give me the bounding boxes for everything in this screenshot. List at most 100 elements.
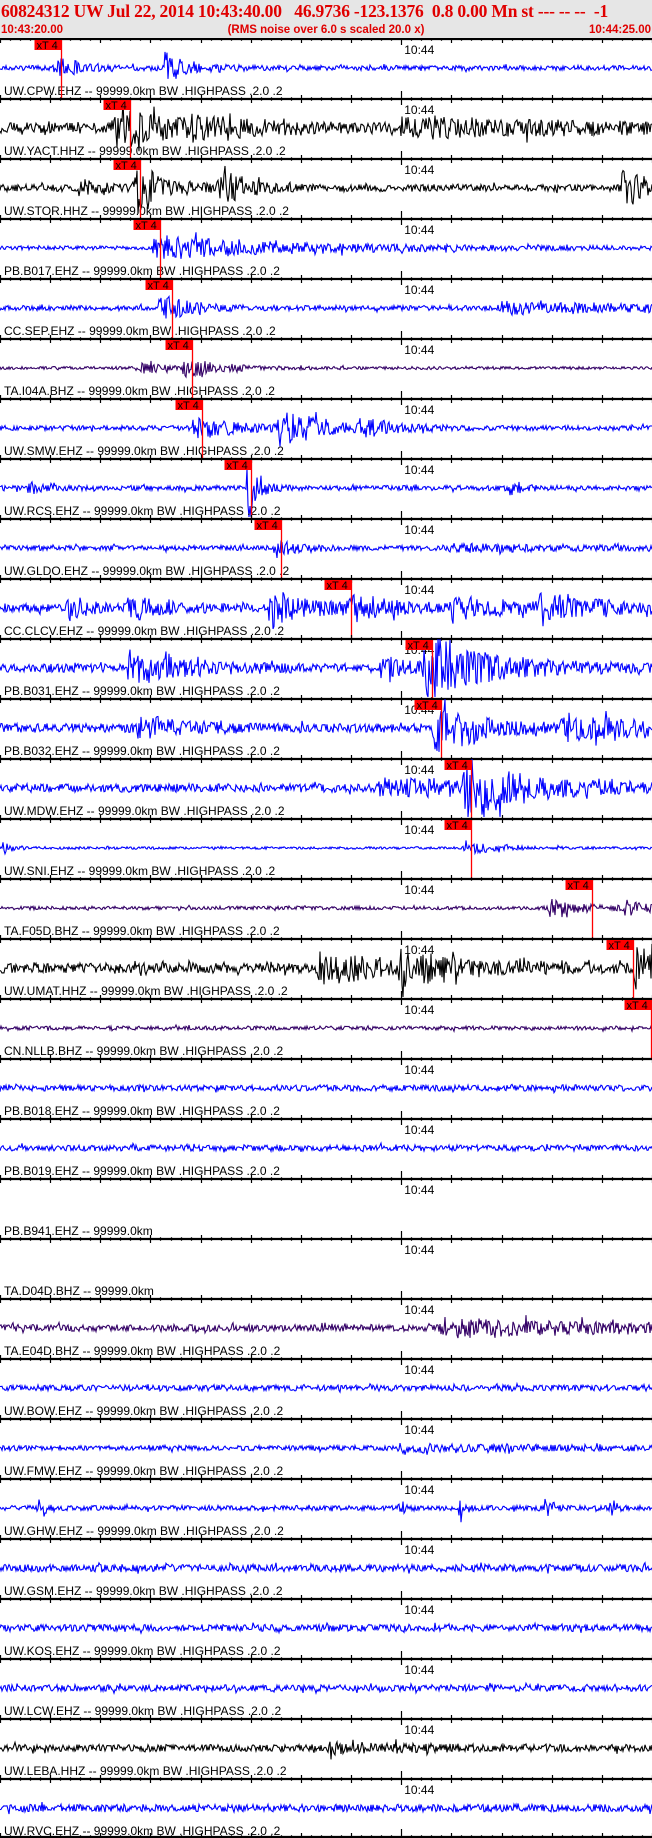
major-tick-label: 10:44 (404, 43, 434, 57)
trace-panel: 10:44 UW.KOS.EHZ -- 99999.0km BW .HIGHPAS… (0, 1591, 652, 1658)
trace-panel: 10:44 TA.I04A.BHZ -- 99999.0km BW .HIGHPA… (0, 331, 652, 398)
station-label: TA.I04A.BHZ -- 99999.0km BW .HIGHPASS .2… (4, 384, 275, 398)
trace-panel: 10:44 CN.NLLB.BHZ -- 99999.0km BW .HIGHPA… (0, 991, 652, 1058)
station-label: UW.LCW.EHZ -- 99999.0km BW .HIGHPASS .2.… (4, 1704, 282, 1718)
trace-panel: 10:44 UW.SMW.EHZ -- 99999.0km BW .HIGHPAS… (0, 391, 652, 458)
major-tick-label: 10:44 (404, 223, 434, 237)
major-tick-label: 10:44 (404, 1063, 434, 1077)
station-label: CC.SEP.EHZ -- 99999.0km BW .HIGHPASS .2.… (4, 324, 276, 338)
station-label: UW.YACT.HHZ -- 99999.0km BW .HIGHPASS .2… (4, 144, 286, 158)
major-tick-label: 10:44 (404, 103, 434, 117)
trace-panel: 10:44 UW.LCW.EHZ -- 99999.0km BW .HIGHPAS… (0, 1651, 652, 1718)
seismic-trace (0, 1141, 652, 1154)
station-label: UW.CPW.EHZ -- 99999.0km BW .HIGHPASS .2.… (4, 84, 283, 98)
seismic-trace (0, 1561, 652, 1575)
major-tick-label: 10:44 (404, 403, 434, 417)
major-tick-label: 10:44 (404, 583, 434, 597)
station-label: UW.GLDO.EHZ -- 99999.0km BW .HIGHPASS .2… (4, 564, 290, 578)
pick-label: xT 4 (106, 100, 127, 112)
pick-label: xT 4 (447, 760, 468, 772)
seismic-trace (0, 360, 652, 379)
station-label: UW.LEBA.HHZ -- 99999.0km BW .HIGHPASS .2… (4, 1764, 287, 1778)
trace-panel: 10:44 PB.B941.EHZ -- 99999.0km (0, 1171, 652, 1238)
pick-label: xT 4 (178, 400, 199, 412)
seismic-trace (0, 294, 652, 319)
pick-label: xT 4 (447, 820, 468, 832)
trace-panel: 10:44 UW.CPW.EHZ -- 99999.0km BW .HIGHPAS… (0, 38, 652, 98)
trace-panel: 10:44 UW.LEBA.HHZ -- 99999.0km BW .HIGHPA… (0, 1711, 652, 1778)
major-tick-label: 10:44 (404, 1123, 434, 1137)
seismic-trace (0, 1023, 652, 1033)
major-tick-label: 10:44 (404, 463, 434, 477)
major-tick-label: 10:44 (404, 1003, 434, 1017)
end-time: 10:44:25.00 (588, 24, 651, 36)
station-label: UW.UMAT.HHZ -- 99999.0km BW .HIGHPASS .2… (4, 984, 288, 998)
pick-label: xT 4 (136, 220, 157, 232)
major-tick-label: 10:44 (404, 1243, 434, 1257)
seismogram-plot: 10:44 UW.CPW.EHZ -- 99999.0km BW .HIGHPAS… (0, 38, 652, 1838)
seismic-trace (0, 1498, 652, 1523)
seismic-trace (0, 1801, 652, 1815)
seismic-trace (0, 412, 652, 447)
station-label: TA.E04D.BHZ -- 99999.0km BW .HIGHPASS .2… (4, 1344, 281, 1358)
trace-panel: 10:44PB.B031.EHZ -- 99999.0km BW .HIGHPA… (0, 631, 652, 698)
pick-label: xT 4 (227, 460, 248, 472)
pick-label: xT 4 (37, 40, 58, 52)
trace-panel: 10:44 PB.B019.EHZ -- 99999.0km BW .HIGHPA… (0, 1111, 652, 1178)
station-label: UW.KOS.EHZ -- 99999.0km BW .HIGHPASS .2.… (4, 1644, 281, 1658)
station-label: PB.B031.EHZ -- 99999.0km BW .HIGHPASS .2… (4, 684, 280, 698)
trace-panel: 10:44 UW.BOW.EHZ -- 99999.0km BW .HIGHPAS… (0, 1351, 652, 1418)
major-tick-label: 10:44 (404, 1663, 434, 1677)
trace-panel: 10:44 UW.RCS.EHZ -- 99999.0km BW .HIGHPAS… (0, 451, 652, 518)
station-label: UW.FMW.EHZ -- 99999.0km BW .HIGHPASS .2.… (4, 1464, 283, 1478)
trace-panel: 10:44 UW.GHW.EHZ -- 99999.0km BW .HIGHPAS… (0, 1471, 652, 1538)
trace-panel: 10:44 PB.B018.EHZ -- 99999.0km BW .HIGHPA… (0, 1051, 652, 1118)
pick-label: xT 4 (627, 1000, 648, 1012)
major-tick-label: 10:44 (404, 943, 434, 957)
major-tick-label: 10:44 (404, 823, 434, 837)
pick-label: xT 4 (257, 520, 278, 532)
seismic-trace (0, 51, 652, 79)
station-label: TA.F05D.BHZ -- 99999.0km BW .HIGHPASS .2… (4, 924, 280, 938)
trace-panel: 10:44PB.B032.EHZ -- 99999.0km BW .HIGHPA… (0, 691, 652, 758)
seismic-trace (0, 1442, 652, 1455)
scaling-note: (RMS noise over 6.0 s scaled 20.0 x) (227, 24, 425, 36)
major-tick-label: 10:44 (404, 1603, 434, 1617)
trace-panel: 10:44 UW.YACT.HHZ -- 99999.0km BW .HIGHPA… (0, 91, 652, 158)
major-tick-label: 10:44 (404, 343, 434, 357)
station-label: PB.B032.EHZ -- 99999.0km BW .HIGHPASS .2… (4, 744, 280, 758)
major-tick-label: 10:44 (404, 1723, 434, 1737)
trace-panel: 10:44 UW.MDW.EHZ -- 99999.0km BW .HIGHPAS… (0, 751, 652, 818)
trace-panel: 10:44 UW.SNI.EHZ -- 99999.0km BW .HIGHPAS… (0, 811, 652, 878)
major-tick-label: 10:44 (404, 1183, 434, 1197)
trace-panel: 10:44 PB.B017.EHZ -- 99999.0km BW .HIGHPA… (0, 211, 652, 278)
seismic-trace (0, 898, 652, 918)
station-label: CC.CLCV.EHZ -- 99999.0km BW .HIGHPASS .2… (4, 624, 284, 638)
seismic-trace (0, 539, 652, 558)
major-tick-label: 10:44 (404, 163, 434, 177)
pick-label: xT 4 (327, 580, 348, 592)
station-label: PB.B941.EHZ -- 99999.0km (4, 1224, 153, 1238)
trace-panel: 10:44UW.RVC.EHZ -- 99999.0km BW .HIGHPAS… (0, 1771, 652, 1838)
station-label: UW.GSM.EHZ -- 99999.0km BW .HIGHPASS .2.… (4, 1584, 283, 1598)
trace-panel: 10:44 TA.D04D.BHZ -- 99999.0km (0, 1231, 652, 1298)
pick-label: xT 4 (168, 340, 189, 352)
major-tick-label: 10:44 (404, 763, 434, 777)
event-title: 60824312 UW Jul 22, 2014 10:43:40.00 46.… (1, 1, 609, 21)
station-label: UW.MDW.EHZ -- 99999.0km BW .HIGHPASS .2.… (4, 804, 285, 818)
trace-panel: 10:44 CC.CLCV.EHZ -- 99999.0km BW .HIGHPA… (0, 571, 652, 638)
pick-label: xT 4 (408, 640, 429, 652)
seismic-trace (0, 1381, 652, 1394)
trace-panel: 10:44 UW.UMAT.HHZ -- 99999.0km BW .HIGHPA… (0, 931, 652, 998)
plot-header: 60824312 UW Jul 22, 2014 10:43:40.00 46.… (0, 0, 652, 38)
trace-panel: 10:44 UW.FMW.EHZ -- 99999.0km BW .HIGHPAS… (0, 1411, 652, 1478)
pick-label: xT 4 (568, 880, 589, 892)
major-tick-label: 10:44 (404, 1783, 434, 1797)
trace-panel: 10:44 TA.F05D.BHZ -- 99999.0km BW .HIGHPA… (0, 871, 652, 938)
seismic-trace (0, 1083, 652, 1095)
seismic-trace (0, 1681, 652, 1696)
seismic-trace (0, 232, 652, 259)
major-tick-label: 10:44 (404, 1423, 434, 1437)
pick-label: xT 4 (417, 700, 438, 712)
seismic-trace (0, 1739, 652, 1760)
